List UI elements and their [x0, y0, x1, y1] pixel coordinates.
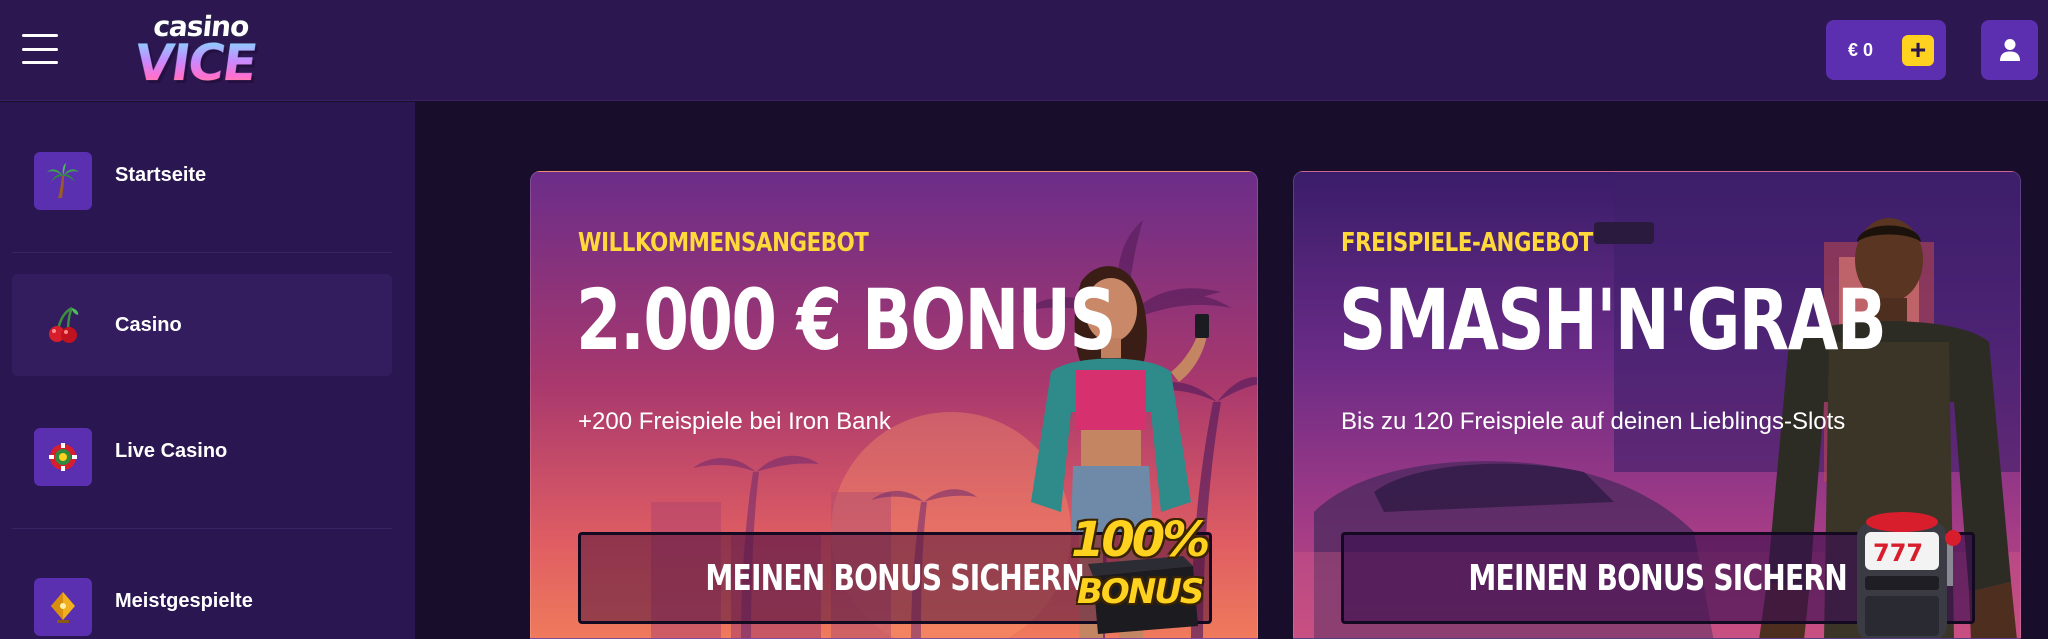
trophy-icon — [34, 578, 92, 636]
casino-vice-logo[interactable]: casino VICE — [118, 8, 268, 92]
cherries-icon — [34, 296, 92, 354]
promo-kicker: WILLKOMMENSANGEBOT — [578, 228, 869, 258]
user-icon — [2000, 39, 2020, 61]
sidebar-item-label: Live Casino — [115, 440, 228, 462]
sidebar-item-meistgespielte[interactable]: Meistgespielte — [12, 550, 392, 639]
sidebar-item-live-casino[interactable]: Live Casino — [12, 400, 392, 502]
promo-subtitle: +200 Freispiele bei Iron Bank — [578, 408, 891, 435]
promo-card-freespins[interactable]: FREISPIELE-ANGEBOT SMASH'N'GRAB Bis zu 1… — [1293, 171, 2021, 639]
bonus-badge-graphic: 100% BONUS — [1063, 506, 1213, 636]
promo-headline: 2.000 € BONUS — [576, 271, 1117, 369]
sidebar-item-label: Startseite — [115, 164, 207, 186]
user-account-button[interactable] — [1981, 20, 2038, 80]
sidebar-item-label: Casino — [115, 314, 182, 336]
claim-bonus-label: MEINEN BONUS SICHERN — [1468, 557, 1848, 599]
palm-tree-icon — [34, 152, 92, 210]
deposit-plus-button[interactable]: + — [1902, 35, 1934, 66]
promo-kicker: FREISPIELE-ANGEBOT — [1341, 228, 1593, 258]
casino-chip-icon — [34, 428, 92, 486]
top-header: casino VICE € 0 + — [0, 0, 2048, 101]
balance-button[interactable]: € 0 + — [1826, 20, 1946, 80]
sidebar-nav: Startseite Casino Live Casino Meistgespi… — [0, 102, 415, 639]
promo-subtitle: Bis zu 120 Freispiele auf deinen Lieblin… — [1341, 408, 1846, 435]
claim-bonus-label: MEINEN BONUS SICHERN — [705, 557, 1085, 599]
promo-headline: SMASH'N'GRAB — [1339, 271, 1887, 369]
sidebar-item-label: Meistgespielte — [115, 590, 253, 612]
badge-percent-text: 100% — [1071, 512, 1210, 568]
sidebar-divider — [12, 528, 392, 529]
promo-card-welcome[interactable]: WILLKOMMENSANGEBOT 2.000 € BONUS +200 Fr… — [530, 171, 1258, 639]
svg-text:777: 777 — [1873, 539, 1923, 567]
badge-bonus-text: BONUS — [1077, 572, 1204, 612]
hamburger-menu-icon[interactable] — [22, 34, 58, 64]
logo-main-text: VICE — [118, 34, 272, 92]
sidebar-item-startseite[interactable]: Startseite — [12, 124, 392, 226]
slot-machine-icon: 777 — [1857, 512, 1961, 638]
balance-amount: € 0 — [1848, 39, 1874, 60]
sidebar-item-casino[interactable]: Casino — [12, 274, 392, 376]
sidebar-divider — [12, 252, 392, 253]
